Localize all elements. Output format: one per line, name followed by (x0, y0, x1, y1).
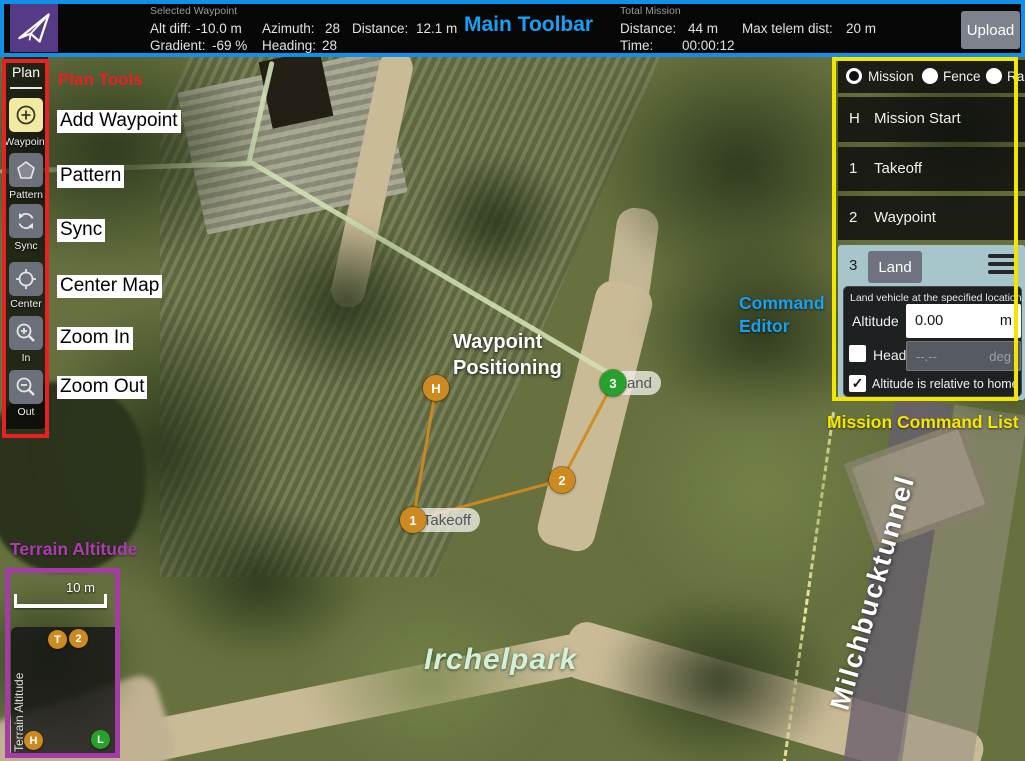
alt-diff-value: -10.0 m (196, 21, 242, 36)
add-waypoint-button[interactable] (9, 98, 43, 132)
heading-input[interactable]: --.-- deg (906, 341, 1021, 371)
command-type-button[interactable]: Land (868, 251, 922, 283)
mission-item-home[interactable]: H Mission Start (838, 97, 1025, 142)
sync-icon (14, 209, 38, 233)
max-telem-value: 20 m (846, 21, 876, 36)
annotation-sync: Sync (57, 219, 105, 242)
mission-item-waypoint[interactable]: 2 Waypoint (838, 196, 1025, 240)
waypoint-marker-home[interactable]: H (423, 375, 449, 401)
annotation-zoom-in: Zoom In (57, 327, 133, 350)
altitude-unit: m (1000, 313, 1012, 329)
mission-time-value: 00:00:12 (682, 38, 735, 53)
center-map-button[interactable] (9, 262, 43, 296)
annotation-pattern: Pattern (57, 165, 124, 188)
command-description: Land vehicle at the specified location. (850, 292, 1025, 304)
altitude-relative-label: Altitude is relative to home (872, 377, 1019, 391)
radio-mission[interactable] (846, 68, 862, 84)
center-map-icon (14, 267, 38, 291)
total-mission-title: Total Mission (620, 5, 681, 17)
radio-fence[interactable] (922, 68, 938, 84)
altitude-relative-checkbox[interactable]: ✓ (849, 375, 866, 392)
tab-fence[interactable]: Fence (943, 69, 981, 84)
add-waypoint-icon (14, 103, 38, 127)
heading-unit: deg (989, 349, 1011, 364)
sync-button[interactable] (9, 204, 43, 238)
waypoint-marker-3[interactable]: 3 (600, 370, 626, 396)
zoom-in-icon (14, 321, 38, 345)
altitude-input[interactable]: 0.00 m (906, 304, 1021, 338)
checkmark-icon: ✓ (852, 375, 864, 392)
paper-plane-icon (16, 10, 52, 46)
upload-button[interactable]: Upload (961, 11, 1020, 49)
zoom-out-icon (14, 375, 38, 399)
heading-value: 28 (322, 38, 337, 53)
hamburger-menu-icon[interactable] (988, 254, 1018, 278)
map-scale-label: 10 m (66, 580, 95, 595)
annotation-add-waypoint: Add Waypoint (57, 110, 181, 133)
annotation-center-map: Center Map (57, 275, 162, 298)
plan-title: Plan (4, 64, 48, 80)
terrain-marker-land: L (91, 730, 110, 749)
plan-toolbar: Plan Waypoint Pattern Sync Center In Out (4, 57, 48, 429)
annotation-plan-tools: Plan Tools (58, 70, 143, 90)
annotation-terrain-altitude: Terrain Altitude (10, 539, 137, 560)
azimuth-value: 28 (325, 21, 340, 36)
waypoint-marker-1[interactable]: 1 (400, 507, 426, 533)
item-index: 3 (849, 257, 857, 274)
tab-mission[interactable]: Mission (868, 69, 914, 84)
tab-rally[interactable]: Rally (1007, 69, 1025, 84)
mission-item-land-selected[interactable]: 3 Land Land vehicle at the specified loc… (838, 245, 1025, 400)
terrain-marker-2: 2 (69, 629, 88, 648)
waypoint-marker-2[interactable]: 2 (549, 467, 575, 493)
radio-rally[interactable] (986, 68, 1002, 84)
annotation-waypoint-positioning: Waypoint Positioning (453, 329, 562, 381)
annotation-command-editor: Command Editor (739, 292, 825, 338)
annotation-mission-command-list: Mission Command List (827, 412, 1019, 433)
mission-item-takeoff[interactable]: 1 Takeoff (838, 147, 1025, 191)
gradient-value: -69 % (212, 38, 247, 53)
terrain-marker-home: H (24, 731, 43, 750)
pattern-icon (14, 158, 38, 182)
command-editor: Land vehicle at the specified location. … (843, 286, 1022, 397)
annotation-main-toolbar: Main Toolbar (464, 13, 593, 37)
divider (10, 87, 42, 89)
zoom-in-button[interactable] (9, 316, 43, 350)
heading-checkbox[interactable] (849, 345, 866, 362)
map-scale-bar (14, 604, 107, 608)
pattern-button[interactable] (9, 153, 43, 187)
mission-distance-value: 44 m (688, 21, 718, 36)
mission-type-tabs: Mission Fence Rally (838, 60, 1025, 93)
terrain-marker-takeoff: T (48, 630, 67, 649)
selected-waypoint-title: Selected Waypoint (150, 5, 237, 17)
annotation-zoom-out: Zoom Out (57, 376, 147, 399)
app-logo[interactable] (10, 4, 58, 52)
distance-value: 12.1 m (416, 21, 457, 36)
altitude-label: Altitude (852, 313, 899, 329)
zoom-out-button[interactable] (9, 370, 43, 404)
